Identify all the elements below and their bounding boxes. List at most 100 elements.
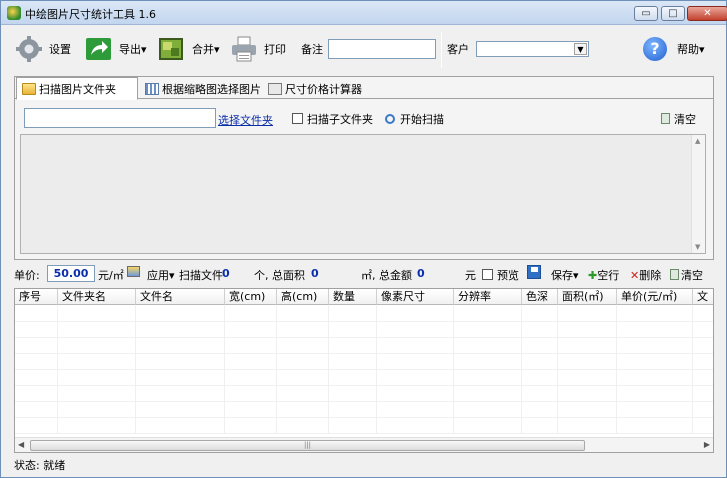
table-row[interactable] [15,353,713,370]
table-cell[interactable] [522,353,558,370]
table-cell[interactable] [693,369,713,386]
vertical-scrollbar[interactable]: ▲ ▼ [691,135,705,253]
table-cell[interactable] [377,417,454,434]
table-cell[interactable] [329,321,377,338]
table-cell[interactable] [15,401,58,418]
choose-folder-link[interactable]: 选择文件夹 [218,112,273,128]
table-cell[interactable] [329,369,377,386]
table-cell[interactable] [277,401,329,418]
table-cell[interactable] [136,305,225,322]
table-cell[interactable] [558,321,617,338]
table-cell[interactable] [558,369,617,386]
table-cell[interactable] [454,385,522,402]
table-cell[interactable] [329,305,377,322]
scroll-left-icon[interactable]: ◀ [18,440,24,449]
table-cell[interactable] [693,321,713,338]
table-cell[interactable] [277,305,329,322]
table-cell[interactable] [136,401,225,418]
table-row[interactable] [15,401,713,418]
table-cell[interactable] [558,417,617,434]
table-cell[interactable] [136,337,225,354]
table-cell[interactable] [329,337,377,354]
table-cell[interactable] [136,385,225,402]
column-header-width[interactable]: 宽(cm) [225,289,277,305]
column-header-truncated[interactable]: 文 [693,289,713,305]
table-cell[interactable] [693,401,713,418]
close-button[interactable]: ✕ [687,6,727,21]
table-cell[interactable] [377,321,454,338]
table-cell[interactable] [277,417,329,434]
table-cell[interactable] [225,337,277,354]
column-header-index[interactable]: 序号 [15,289,58,305]
table-cell[interactable] [15,417,58,434]
table-cell[interactable] [58,369,136,386]
table-cell[interactable] [522,321,558,338]
column-header-quantity[interactable]: 数量 [329,289,377,305]
column-header-resolution[interactable]: 分辨率 [454,289,522,305]
table-cell[interactable] [136,321,225,338]
table-cell[interactable] [15,305,58,322]
table-cell[interactable] [522,385,558,402]
tab-scan-folder[interactable]: 扫描图片文件夹 [16,77,138,100]
table-cell[interactable] [693,385,713,402]
start-scan-button[interactable]: 开始扫描 [385,111,444,127]
scan-clear-button[interactable]: 清空 [661,111,696,127]
table-cell[interactable] [454,321,522,338]
table-cell[interactable] [522,369,558,386]
unit-price-input[interactable]: 50.00 [47,265,95,282]
table-cell[interactable] [136,353,225,370]
table-cell[interactable] [58,385,136,402]
table-cell[interactable] [58,321,136,338]
column-header-folder[interactable]: 文件夹名 [58,289,136,305]
customer-select[interactable]: ▼ [476,41,589,57]
grid-clear-button[interactable]: 清空 [670,267,703,283]
table-cell[interactable] [136,417,225,434]
table-cell[interactable] [377,385,454,402]
table-cell[interactable] [693,305,713,322]
scroll-down-icon[interactable]: ▼ [695,243,700,251]
table-row[interactable] [15,369,713,386]
table-row[interactable] [15,321,713,338]
scroll-up-icon[interactable]: ▲ [695,137,700,145]
folder-path-input[interactable] [24,108,216,128]
table-cell[interactable] [617,353,693,370]
table-cell[interactable] [58,401,136,418]
tab-thumbnail-select[interactable]: 根据缩略图选择图片 [140,78,261,100]
minimize-button[interactable]: ▭ [634,6,658,21]
table-cell[interactable] [329,417,377,434]
table-cell[interactable] [225,353,277,370]
table-cell[interactable] [617,305,693,322]
table-cell[interactable] [15,385,58,402]
table-cell[interactable] [58,353,136,370]
table-cell[interactable] [225,385,277,402]
scan-subfolders-checkbox[interactable]: 扫描子文件夹 [292,111,373,127]
scroll-right-icon[interactable]: ▶ [704,440,710,449]
table-cell[interactable] [58,305,136,322]
table-cell[interactable] [617,385,693,402]
table-cell[interactable] [377,337,454,354]
table-cell[interactable] [617,417,693,434]
table-cell[interactable] [225,321,277,338]
table-cell[interactable] [225,417,277,434]
table-cell[interactable] [15,321,58,338]
column-header-color-depth[interactable]: 色深 [522,289,558,305]
settings-button[interactable]: 设置 [15,26,71,72]
column-header-area[interactable]: 面积(㎡) [558,289,617,305]
note-input[interactable] [328,39,436,59]
table-cell[interactable] [693,337,713,354]
table-cell[interactable] [277,385,329,402]
horizontal-scrollbar[interactable]: ◀ ||| ▶ [15,437,713,452]
table-cell[interactable] [58,337,136,354]
column-header-pixel-size[interactable]: 像素尺寸 [377,289,454,305]
table-cell[interactable] [329,353,377,370]
table-row[interactable] [15,417,713,434]
table-cell[interactable] [558,305,617,322]
table-cell[interactable] [454,305,522,322]
table-cell[interactable] [225,305,277,322]
table-cell[interactable] [454,369,522,386]
table-cell[interactable] [377,305,454,322]
table-cell[interactable] [522,337,558,354]
table-cell[interactable] [225,369,277,386]
table-cell[interactable] [617,369,693,386]
column-header-filename[interactable]: 文件名 [136,289,225,305]
